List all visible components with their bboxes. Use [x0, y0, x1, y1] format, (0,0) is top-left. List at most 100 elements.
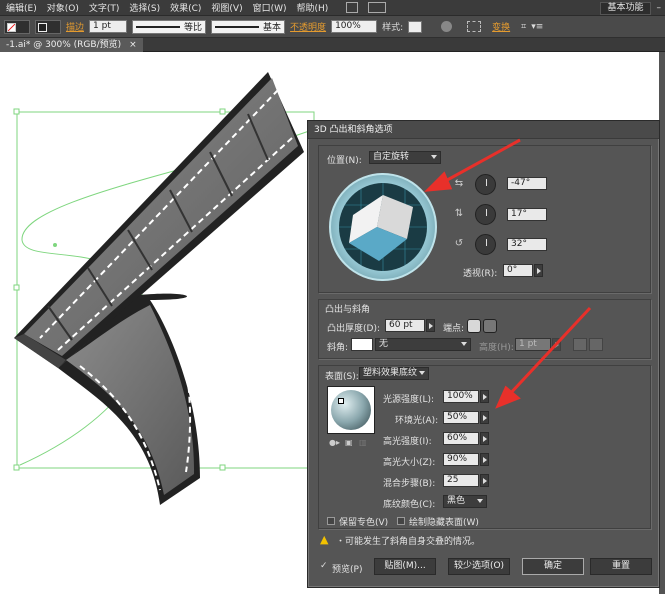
light-intensity-slider-button[interactable] — [480, 390, 489, 403]
panel-menu-icon[interactable]: ▾≡ — [531, 22, 543, 32]
fewer-options-button[interactable]: 较少选项(O) — [448, 558, 510, 575]
y-rotation-field[interactable]: 17° — [507, 208, 547, 221]
surface-section: 表面(S): 塑料效果底纹 ●▸ ▣ ▥ 光源强度(L): 100% 环境光(A… — [318, 365, 651, 529]
y-rotation-dial[interactable] — [475, 204, 496, 225]
reset-button[interactable]: 重置 — [590, 558, 652, 575]
menu-select[interactable]: 选择(S) — [129, 1, 160, 14]
highlight-intensity-field[interactable]: 60% — [443, 432, 479, 445]
stroke-weight-field[interactable]: 1 pt — [89, 20, 128, 33]
isolate-icon[interactable]: ⌗ — [521, 22, 526, 32]
light-source-handle[interactable] — [338, 398, 344, 404]
menu-edit[interactable]: 编辑(E) — [6, 1, 37, 14]
film-perforation-line — [39, 89, 279, 339]
close-icon[interactable]: × — [129, 38, 137, 52]
depth-slider-button[interactable] — [426, 319, 435, 332]
cube-preview — [339, 183, 427, 271]
ambient-label: 环境光(A): — [395, 416, 439, 426]
warning-text: ・可能发生了斜角自身交叠的情况。 — [336, 537, 481, 547]
arrange-docs-icon[interactable] — [368, 2, 387, 13]
y-axis-rotate-icon: ⇅ — [454, 208, 464, 219]
stroke-swatch[interactable] — [35, 19, 61, 34]
preserve-spot-checkbox[interactable] — [327, 517, 335, 525]
variable-width-profile[interactable]: 等比 — [132, 19, 207, 34]
opacity-field[interactable]: 100% — [331, 20, 378, 33]
dialog-title: 3D 凸出和斜角选项 — [308, 121, 659, 139]
document-tab-bar: -1.ai* @ 300% (RGB/预览) × — [0, 38, 665, 52]
move-light-back-icon[interactable]: ●▸ — [329, 438, 340, 447]
ambient-field[interactable]: 50% — [443, 411, 479, 424]
bevel-select[interactable]: 无 — [375, 338, 471, 351]
graphic-style-swatch[interactable] — [408, 20, 423, 33]
brush-line — [215, 25, 260, 28]
workspace-switcher[interactable]: 基本功能 — [600, 1, 651, 15]
control-bar: 描边 1 pt 等比 基本 不透明度 100% 样式: 变换 ⌗ ▾≡ — [0, 16, 665, 38]
ambient-slider-button[interactable] — [480, 411, 489, 424]
z-axis-rotate-icon: ↺ — [454, 238, 464, 249]
fill-swatch[interactable] — [4, 19, 30, 34]
height-field[interactable]: 1 pt — [515, 338, 551, 351]
cap-off-icon[interactable] — [483, 319, 497, 333]
brush-label: 基本 — [263, 23, 282, 33]
warning-icon: ▲ — [320, 533, 329, 546]
menu-object[interactable]: 对象(O) — [47, 1, 79, 14]
highlight-size-slider-button[interactable] — [480, 453, 489, 466]
blend-steps-field[interactable]: 25 — [443, 474, 479, 487]
profile-line — [136, 25, 181, 28]
highlight-intensity-slider-button[interactable] — [480, 432, 489, 445]
highlight-size-field[interactable]: 90% — [443, 453, 479, 466]
menu-effect[interactable]: 效果(C) — [170, 1, 201, 14]
height-slider-button[interactable] — [552, 338, 561, 351]
depth-field[interactable]: 60 pt — [385, 319, 425, 332]
preview-check-icon[interactable]: ✓ — [320, 561, 328, 571]
brush-definition[interactable]: 基本 — [211, 19, 286, 34]
opacity-label[interactable]: 不透明度 — [290, 20, 326, 33]
extrude-bevel-dialog: 3D 凸出和斜角选项 位置(N): 自定旋转 ⇆ -47° ⇅ 17° ↺ 32… — [307, 120, 660, 588]
surface-value: 塑料效果底纹 — [363, 368, 418, 378]
light-intensity-field[interactable]: 100% — [443, 390, 479, 403]
blend-steps-label: 混合步骤(B): — [383, 479, 436, 489]
light-intensity-label: 光源强度(L): — [383, 395, 435, 405]
anchor-point — [53, 243, 57, 247]
highlight-size-label: 高光大小(Z): — [383, 458, 436, 468]
delete-light-icon[interactable]: ▥ — [359, 438, 367, 447]
perspective-field[interactable]: 0° — [503, 264, 533, 277]
align-icon[interactable] — [467, 21, 482, 32]
perspective-slider-button[interactable] — [534, 264, 543, 277]
shade-color-value: 黑色 — [447, 496, 466, 506]
surface-select[interactable]: 塑料效果底纹 — [359, 367, 429, 380]
rotation-trackball[interactable] — [329, 173, 437, 281]
stroke-label[interactable]: 描边 — [66, 20, 84, 33]
menu-view[interactable]: 视图(V) — [211, 1, 242, 14]
recolor-icon[interactable] — [441, 21, 453, 32]
light-sphere[interactable] — [327, 386, 375, 434]
height-label: 高度(H): — [479, 343, 514, 353]
map-art-button[interactable]: 贴图(M)... — [374, 558, 436, 575]
new-light-icon[interactable]: ▣ — [345, 438, 353, 447]
z-rotation-dial[interactable] — [475, 234, 496, 255]
minimize-icon[interactable]: – — [657, 3, 662, 13]
draw-hidden-checkbox[interactable] — [397, 517, 405, 525]
profile-label: 等比 — [184, 23, 203, 33]
style-label: 样式: — [382, 23, 404, 33]
bridge-icon[interactable] — [346, 2, 359, 13]
transform-label[interactable]: 变换 — [492, 20, 510, 33]
z-rotation-field[interactable]: 32° — [507, 238, 547, 251]
cap-on-icon[interactable] — [467, 319, 481, 333]
position-section: 位置(N): 自定旋转 ⇆ -47° ⇅ 17° ↺ 32° 透视(R): 0° — [318, 145, 651, 293]
position-value: 自定旋转 — [373, 152, 410, 162]
ok-button[interactable]: 确定 — [522, 558, 584, 575]
shade-color-select[interactable]: 黑色 — [443, 495, 487, 508]
menu-help[interactable]: 帮助(H) — [297, 1, 329, 14]
x-rotation-dial[interactable] — [475, 174, 496, 195]
x-axis-rotate-icon: ⇆ — [454, 178, 464, 189]
document-tab[interactable]: -1.ai* @ 300% (RGB/预览) × — [0, 38, 143, 52]
draw-hidden-label: 绘制隐藏表面(W) — [409, 518, 479, 528]
menu-type[interactable]: 文字(T) — [89, 1, 120, 14]
preview-label[interactable]: 预览(P) — [332, 562, 362, 575]
blend-steps-slider-button[interactable] — [480, 474, 489, 487]
bevel-extent-in-icon[interactable] — [589, 338, 603, 351]
x-rotation-field[interactable]: -47° — [507, 177, 547, 190]
menu-window[interactable]: 窗口(W) — [253, 1, 287, 14]
bevel-extent-out-icon[interactable] — [573, 338, 587, 351]
position-select[interactable]: 自定旋转 — [369, 151, 441, 164]
